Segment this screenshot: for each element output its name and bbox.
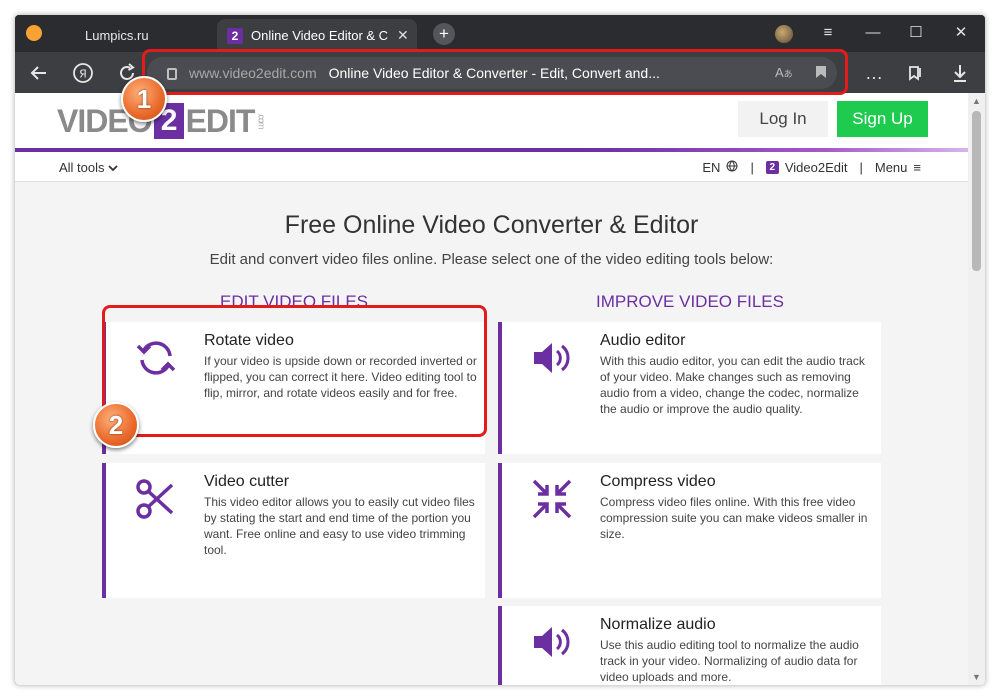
- audio-editor-title: Audio editor: [600, 332, 686, 349]
- collections-icon[interactable]: [903, 60, 929, 86]
- speaker-icon: [530, 336, 574, 380]
- tab-label: Online Video Editor & C: [251, 28, 389, 43]
- tab-video2edit[interactable]: 2 Online Video Editor & C ✕: [217, 19, 417, 52]
- video2edit-brand-icon: 2: [765, 161, 779, 174]
- more-icon[interactable]: …: [861, 60, 887, 86]
- yandex-icon[interactable]: Я: [70, 60, 96, 86]
- compress-video-card[interactable]: Compress video Compress video files onli…: [498, 463, 881, 598]
- tab-strip: Lumpics.ru 2 Online Video Editor & C ✕ +…: [15, 15, 985, 52]
- download-icon[interactable]: [947, 60, 973, 86]
- language-selector[interactable]: EN: [702, 160, 720, 175]
- page-title: Free Online Video Converter & Editor: [284, 211, 699, 239]
- all-tools-dropdown[interactable]: All tools: [59, 160, 118, 175]
- close-window-button[interactable]: ✕: [946, 21, 976, 45]
- lumpics-favicon-icon: [26, 25, 42, 41]
- compress-arrows-icon: [530, 477, 574, 521]
- step-marker-1: 1: [121, 76, 167, 122]
- address-bar-highlight: [142, 49, 848, 95]
- close-tab-icon[interactable]: ✕: [397, 27, 409, 44]
- compress-video-title: Compress video: [600, 473, 716, 490]
- hamburger-icon[interactable]: ≡: [913, 160, 921, 175]
- scroll-up-arrow-icon[interactable]: ▲: [972, 96, 981, 106]
- back-arrow-icon[interactable]: [26, 60, 52, 86]
- rotate-card-highlight: [102, 305, 487, 437]
- globe-icon[interactable]: [726, 160, 738, 175]
- profile-avatar[interactable]: [775, 25, 793, 43]
- brand-link[interactable]: Video2Edit: [785, 160, 848, 175]
- chevron-down-icon: [108, 160, 118, 175]
- menu-link[interactable]: Menu: [875, 160, 908, 175]
- nav-separator: |: [750, 160, 754, 175]
- maximize-button[interactable]: ☐: [901, 21, 931, 45]
- login-button[interactable]: Log In: [738, 101, 828, 137]
- nav-separator: |: [859, 160, 863, 175]
- improve-video-heading: IMPROVE VIDEO FILES: [596, 292, 784, 311]
- sub-navigation: All tools EN | 2 Video2Edit | Menu ≡: [15, 152, 968, 182]
- svg-text:Я: Я: [79, 68, 87, 81]
- speaker-icon: [530, 620, 574, 664]
- step-marker-2: 2: [93, 402, 139, 448]
- logo-right-text: EDIT: [185, 102, 256, 139]
- normalize-audio-card[interactable]: Normalize audio Use this audio editing t…: [498, 606, 881, 685]
- vertical-scrollbar[interactable]: ▲ ▼: [968, 93, 985, 685]
- video2edit-favicon-icon: 2: [227, 27, 243, 44]
- minimize-button[interactable]: —: [858, 21, 888, 45]
- video-cutter-title: Video cutter: [204, 473, 290, 490]
- scissors-icon: [134, 477, 178, 521]
- normalize-audio-desc: Use this audio editing tool to normalize…: [600, 638, 859, 684]
- tab-label: Lumpics.ru: [85, 28, 149, 43]
- scroll-down-arrow-icon[interactable]: ▼: [972, 672, 981, 682]
- scrollbar-thumb[interactable]: [972, 111, 981, 271]
- compress-video-desc: Compress video files online. With this f…: [600, 495, 868, 541]
- logo-suffix: .com: [256, 113, 267, 129]
- signup-button[interactable]: Sign Up: [837, 101, 928, 137]
- audio-editor-desc: With this audio editor, you can edit the…: [600, 354, 865, 416]
- all-tools-label: All tools: [59, 160, 105, 175]
- page-subtitle: Edit and convert video files online. Ple…: [209, 251, 774, 268]
- normalize-audio-title: Normalize audio: [600, 616, 716, 633]
- tab-lumpics[interactable]: Lumpics.ru: [73, 19, 213, 52]
- audio-editor-card[interactable]: Audio editor With this audio editor, you…: [498, 322, 881, 454]
- video-cutter-desc: This video editor allows you to easily c…: [204, 495, 475, 557]
- browser-menu-button[interactable]: ≡: [813, 21, 843, 45]
- video-cutter-card[interactable]: Video cutter This video editor allows yo…: [102, 463, 485, 598]
- new-tab-button[interactable]: +: [433, 23, 455, 45]
